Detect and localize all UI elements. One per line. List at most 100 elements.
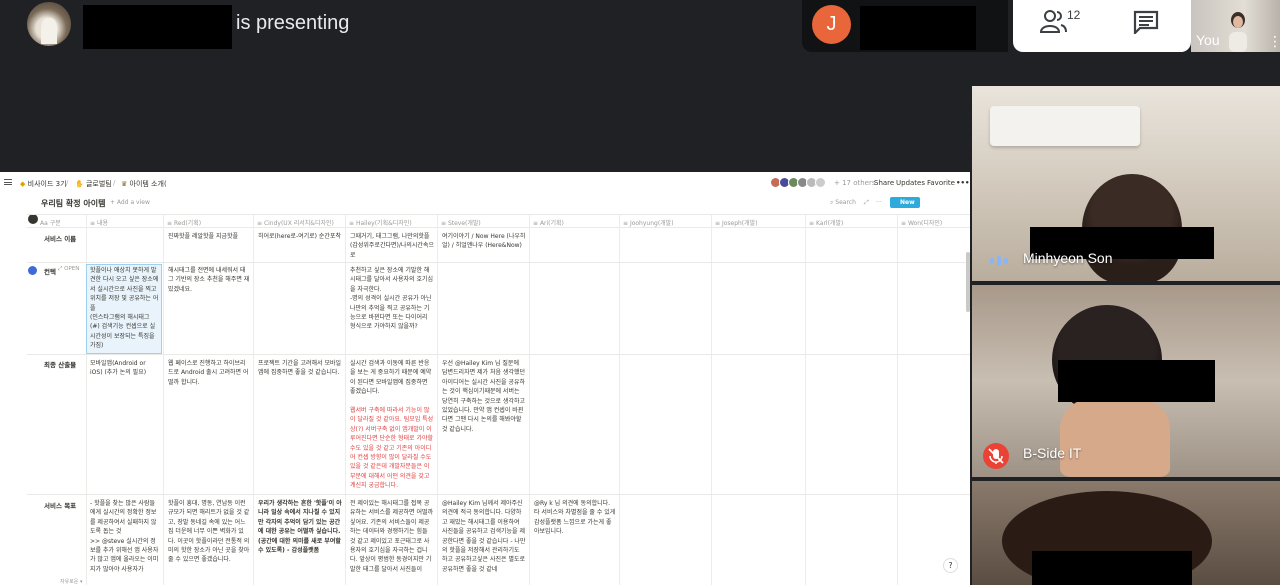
self-video-person [1229, 12, 1247, 52]
updates-button[interactable]: Updates [896, 179, 925, 187]
new-button[interactable]: New ▾ [890, 197, 920, 217]
table-cell[interactable]: 프로젝트 기간을 고려해서 모바일 앱에 집중하면 좋을 것 같습니다. [258, 359, 342, 378]
column-header-label: Hailey(기획&디자인) [355, 220, 412, 227]
table-cell[interactable]: 여기이야기 / Now Here (나우히얼) / 히얼앤나우 (Here&No… [442, 232, 526, 251]
people-button[interactable] [1039, 8, 1090, 42]
redacted-face [1032, 551, 1192, 585]
table-cell[interactable]: 우선 @Hailey Kim 님 질문에 답변드리자면 제가 처음 생각했던 아… [442, 359, 526, 445]
audio-bar [990, 258, 994, 264]
column-header[interactable]: ≡ Joseph(개발) [715, 218, 758, 227]
add-view-button[interactable]: + Add a view [110, 199, 150, 206]
participant-sidebar: Minhyeon Son B-Side IT [972, 86, 1280, 585]
database-title: 우리팀 확정 아이템 [41, 199, 106, 208]
breadcrumb-item[interactable]: ✋ 글로벌팀 [75, 179, 112, 189]
table-cell[interactable]: - 핫플을 찾는 많은 사람들에게 실시간의 정확한 정보를 제공하여서 실패하… [90, 499, 160, 579]
column-header[interactable]: ≡ Karl(개발) [809, 218, 843, 227]
self-label: You [1196, 32, 1220, 48]
shared-screen-notion: ◆ 비사이드 3기 / ✋ 글로벌팀 / ♛ 아이템 소개( + 17 othe… [0, 172, 970, 585]
menu-icon[interactable] [4, 179, 12, 185]
more-icon[interactable]: ··· [876, 199, 882, 206]
redacted-face [1058, 360, 1215, 402]
table-cell[interactable]: @Hailey Kim 님께서 제아주신 의견에 적극 동의합니다. 다양하고 … [442, 499, 526, 579]
footer-label[interactable]: 자유로운 ▾ [60, 578, 83, 585]
participant-name: B-Side IT [1023, 445, 1082, 461]
chat-icon [1133, 10, 1159, 36]
audio-bar [997, 256, 1001, 266]
column-header[interactable]: ≡ Red(기획) [167, 218, 201, 227]
search-button[interactable]: ⌕ Search [830, 199, 856, 207]
collaborator-avatars[interactable] [770, 177, 826, 188]
open-page-button[interactable]: ⤢ OPEN [58, 266, 79, 273]
audio-bar [1004, 258, 1008, 264]
column-header-label: Won(디자인) [907, 220, 943, 227]
audio-level-icon [990, 256, 1008, 266]
expand-icon[interactable]: ⤢ [864, 199, 869, 207]
breadcrumb-item[interactable]: ◆ 비사이드 3기 [20, 179, 67, 189]
table-cell[interactable]: 모바일앱(Android or iOS) (추가 논의 필요) [90, 359, 160, 378]
favorite-button[interactable]: Favorite [927, 179, 955, 187]
help-button[interactable]: ? [943, 558, 958, 573]
more-options-icon[interactable]: ⋮ [1268, 34, 1280, 50]
people-icon [1039, 10, 1067, 33]
column-header[interactable]: ≡ Joohyung(개발) [623, 218, 674, 227]
row-title[interactable]: 컨텍 [44, 266, 56, 276]
redacted-presenter-name [83, 5, 232, 49]
table-cell[interactable]: 히어로(here로-여기로) 순간포착 [258, 232, 342, 241]
breadcrumb-label: 아이템 소개( [129, 180, 167, 188]
row-title[interactable]: 서비스 목표 [44, 500, 76, 510]
search-icon: ⌕ [830, 199, 834, 206]
table-cell[interactable]: @Ry k 님 의견에 동의합니다. 타 서비스와 차별점을 줄 수 있게 감성… [534, 499, 616, 579]
table-cell[interactable]: 핫플이나 애상치 못하게 발견한 다시 오고 싶은 장소에서 실시간으로 사진을… [90, 266, 160, 352]
others-count: + 17 others [834, 179, 876, 187]
table-cell[interactable]: 웹 페이스로 진행하고 하이브리드로 Android 출시 고려하면 어떨까 합… [168, 359, 250, 387]
column-header-label: Red(기획) [173, 220, 202, 227]
breadcrumb-separator: / [66, 179, 69, 187]
table-cell[interactable]: 진짜핫플 레알핫플 지금핫플 [168, 232, 250, 241]
participant-face [1060, 395, 1170, 477]
column-header[interactable]: Aa 구분 [40, 218, 61, 227]
table-header: Aa 구분 ≡ 내용 ≡ Red(기획) ≡ Cindy(UX 리서치&디자인)… [27, 214, 970, 228]
column-header[interactable]: ≡ Hailey(기획&디자인) [349, 218, 412, 227]
red-note[interactable]: 웹서버 구축에 따라서 기능이 많이 달라질 것 같아요. 팀모임 특성상(?)… [350, 406, 434, 492]
table-cell[interactable]: 핫플이 흥대, 명동, 연남동 이런 규모가 되면 해리트가 없을 것 같고, … [168, 499, 250, 579]
breadcrumb-item[interactable]: ♛ 아이템 소개( [121, 179, 167, 189]
share-button[interactable]: Share [874, 179, 894, 187]
table-cell[interactable]: 해시태그를 전면에 내세워서 태그 기반의 장소 추천을 해주면 재밌겠네요. [168, 266, 250, 294]
column-header-label: Karl(개발) [815, 220, 844, 227]
people-count: 12 [1067, 8, 1081, 22]
column-header-label: Joseph(개발) [721, 220, 758, 227]
column-header[interactable]: ≡ Steve(개발) [441, 218, 481, 227]
participant-name: Minhyeon Son [1023, 250, 1113, 266]
column-header[interactable]: ≡ Cindy(UX 리서치&디자인) [257, 218, 334, 227]
open-label: OPEN [64, 266, 80, 272]
table-cell[interactable]: 전 제이있는 해시태그를 접목 공유하는 서비스를 제공하면 어떨까 싶어요. … [350, 499, 434, 579]
user-avatar-icon [28, 266, 37, 275]
breadcrumb-label: 비사이드 3기 [27, 180, 67, 188]
column-header-label: Ari(기획) [539, 220, 564, 227]
scrollbar[interactable] [966, 252, 970, 312]
breadcrumb-label: 글로벌팀 [85, 180, 112, 188]
column-header[interactable]: ≡ 내용 [90, 218, 108, 227]
table-cell[interactable]: 실시간 검색과 이동에 따른 반응을 보는 게 중요하기 때문에 예약이 된다면… [350, 359, 434, 405]
presenter-avatar [27, 2, 71, 46]
participant-tile[interactable]: Minhyeon Son [972, 86, 1280, 281]
column-header[interactable]: ≡ Won(디자인) [901, 218, 942, 227]
row-title[interactable]: 최종 산출물 [44, 359, 76, 369]
new-button-label: New [900, 199, 915, 206]
table-cell[interactable]: 추천하고 싶은 장소에 기발한 해시태그를 달아서 사용자의 호기심을 자극한다… [350, 266, 434, 352]
column-header-label: Joohyung(개발) [629, 220, 674, 227]
chat-button[interactable] [1133, 10, 1161, 38]
more-menu-button[interactable]: ••• [956, 179, 969, 187]
participant-tile[interactable]: B-Side IT [972, 285, 1280, 477]
breadcrumb-separator: / [113, 179, 116, 187]
table-cell[interactable]: 그때거기, 태그그램, 나만의핫플 (감성위주로간다면)/나의시간속으로 [350, 232, 434, 260]
column-header-label: Cindy(UX 리서치&디자인) [263, 220, 334, 227]
participant-tile[interactable] [972, 481, 1280, 585]
participant-avatar: J [812, 5, 851, 44]
column-header[interactable]: ≡ Ari(기획) [533, 218, 564, 227]
avatar [815, 177, 826, 188]
mic-off-icon [983, 443, 1009, 469]
table-cell[interactable]: 우리가 생각하는 흔한 '핫플'이 아니라 일상 속에서 지나칠 수 있지만 각… [258, 499, 342, 579]
row-title[interactable]: 서비스 이름 [44, 233, 76, 243]
presenting-label: is presenting [236, 12, 350, 34]
